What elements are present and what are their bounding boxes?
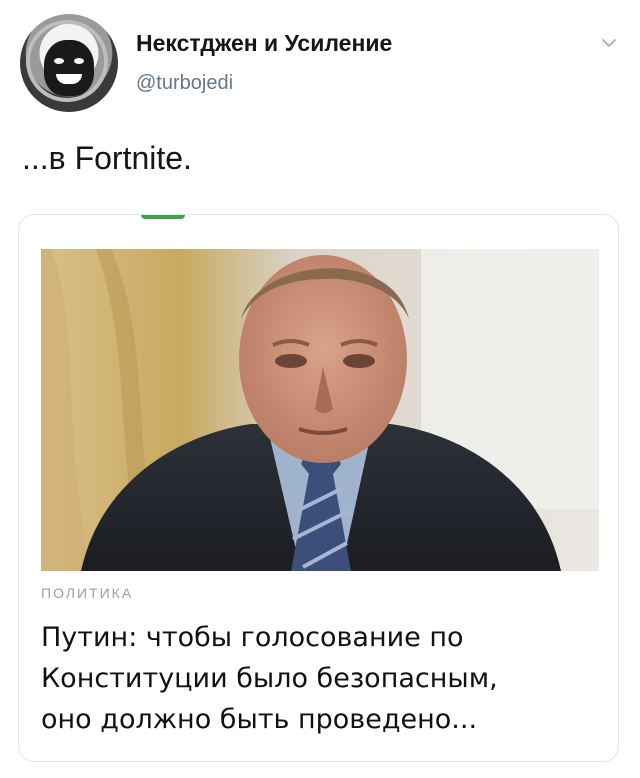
avatar-mouth xyxy=(56,74,82,84)
author-name[interactable]: Некстджен и Усиление xyxy=(136,30,392,57)
article-photo xyxy=(41,249,599,571)
author-handle[interactable]: @turbojedi xyxy=(136,72,233,95)
card-category: ПОЛИТИКА xyxy=(41,585,134,601)
card-image[interactable] xyxy=(41,249,599,571)
avatar-eye-right xyxy=(74,58,84,64)
avatar-face xyxy=(44,40,94,96)
avatar-eye-left xyxy=(54,58,64,64)
avatar[interactable] xyxy=(20,14,118,112)
tweet-text: ...в Fortnite. xyxy=(22,140,192,176)
chevron-down-icon[interactable] xyxy=(600,34,618,52)
card-title[interactable]: Путин: чтобы голосование по Конституции … xyxy=(41,617,601,740)
link-card[interactable]: ПОЛИТИКА Путин: чтобы голосование по Кон… xyxy=(18,214,619,762)
card-accent xyxy=(141,215,185,219)
card-title-line-3: оно должно быть проведено... xyxy=(41,704,478,735)
card-title-line-2: Конституции было безопасным, xyxy=(41,663,498,694)
card-title-line-1: Путин: чтобы голосование по xyxy=(41,622,464,653)
tweet-header: Некстджен и Усиление @turbojedi xyxy=(0,0,640,120)
